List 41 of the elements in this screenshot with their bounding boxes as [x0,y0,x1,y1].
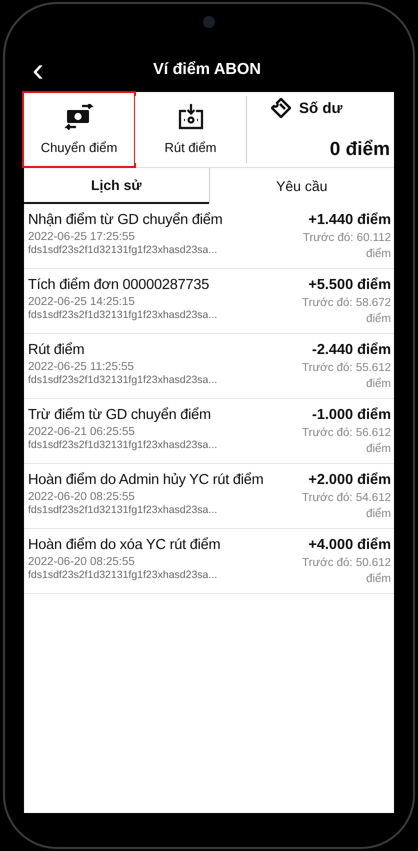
previous-balance: Trước đó: 56.612 điểm [301,426,391,457]
money-transfer-icon [64,104,94,130]
transaction-code: fds1sdf23s2f1d32131fg1f23xhasd23sa... [28,504,218,516]
transaction-time: 2022-06-25 14:25:15 [28,296,136,308]
transaction-time: 2022-06-25 11:25:55 [28,361,135,374]
transaction-amount: +4.000 điểm [308,537,391,554]
balance-value: 0 điểm [330,139,390,161]
previous-balance: Trước đó: 60.112 điểm [302,231,391,262]
transaction-title: Trừ điểm từ GD chuyển điểm [28,407,212,424]
transaction-amount: -1.000 điểm [312,407,391,424]
tab[interactable]: Lịch sử [24,168,208,204]
previous-balance: Trước đó: 55.612 điểm [301,361,391,392]
action-button[interactable]: Chuyển điểm [23,92,135,167]
transaction-title: Nhận điểm từ GD chuyển điểm [28,212,223,228]
transaction-code: fds1sdf23s2f1d32131fg1f23xhasd23sa... [28,374,218,386]
transaction-code: fds1sdf23s2f1d32131fg1f23xhasd23sa... [28,309,218,322]
transaction-title: Hoàn điểm do Admin hủy YC rút điểm [28,472,264,488]
ticket-icon [271,98,291,118]
transaction-title: Hoàn điểm do xóa YC rút điểm [28,537,220,554]
previous-balance: Trước đó: 54.612 điểm [301,491,391,522]
transaction-code: fds1sdf23s2f1d32131fg1f23xhasd23sa... [28,439,218,452]
transaction-time: 2022-06-21 06:25:55 [28,426,136,438]
transaction-amount: -2.440 điểm [312,342,391,358]
transaction-time: 2022-06-25 17:25:55 [28,231,136,243]
transaction-code: fds1sdf23s2f1d32131fg1f23xhasd23sa... [28,569,218,582]
withdraw-icon [176,104,204,130]
balance-label: Số dư [299,100,342,116]
transaction-time: 2022-06-20 08:25:55 [28,556,136,568]
transaction-time: 2022-06-20 08:25:55 [28,491,136,504]
back-button[interactable]: ‹ [24,52,54,88]
transaction-amount: +1.440 điểm [308,212,391,228]
transaction-code: fds1sdf23s2f1d32131fg1f23xhasd23sa... [28,244,218,256]
camera-lens [203,16,215,28]
action-button[interactable]: Rút điểm [135,96,247,163]
previous-balance: Trước đó: 58.672 điểm [301,296,391,327]
previous-balance: Trước đó: 50.612 điểm [301,556,391,587]
screen-title: Ví điểm ABON [152,61,262,79]
transaction-title: Rút điểm [28,342,86,358]
transaction-amount: +5.500 điểm [308,277,391,294]
transaction-title: Tích điểm đơn 00000287735 [28,277,210,294]
transaction-amount: +2.000 điểm [308,472,391,488]
